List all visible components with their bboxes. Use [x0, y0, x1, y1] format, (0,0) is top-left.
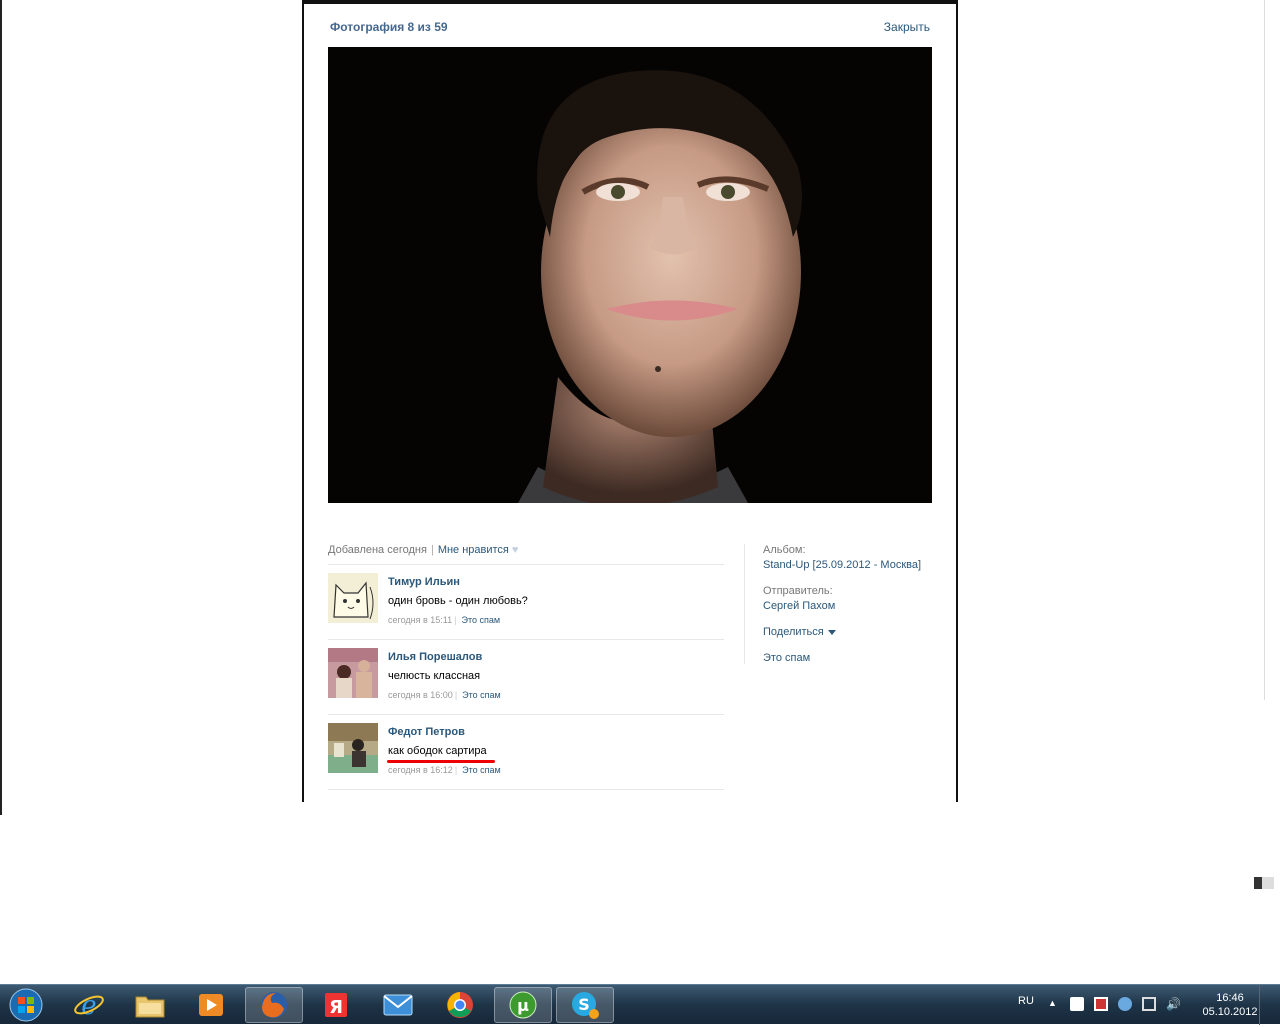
- vk-tray-icon[interactable]: [1070, 997, 1084, 1011]
- mail-icon: [383, 994, 413, 1016]
- comment: Федот Петров как ободок сартира сегодня …: [328, 715, 724, 790]
- mail-taskbar-button[interactable]: [369, 987, 427, 1023]
- start-button[interactable]: [4, 987, 48, 1023]
- update-icon[interactable]: [1118, 997, 1132, 1011]
- internet-explorer-icon: e: [74, 991, 104, 1021]
- comment-author[interactable]: Тимур Ильин: [388, 576, 724, 588]
- avatar[interactable]: [328, 573, 378, 623]
- media-player-taskbar-button[interactable]: [182, 987, 240, 1023]
- album-link[interactable]: Stand-Up [25.09.2012 - Москва]: [763, 559, 953, 571]
- comment-meta: сегодня в 16:00 | Это спам: [388, 690, 724, 700]
- comment-body: Тимур Ильин один бровь - один любовь? се…: [388, 576, 724, 625]
- photo-meta: Добавлена сегодня | Мне нравится ♥: [328, 544, 724, 565]
- sender-block: Отправитель: Сергей Пахом: [763, 585, 953, 612]
- taskbar: e Я µ S RU ▲ 🔊 16:46 05.10.2012: [0, 984, 1280, 1025]
- utorrent-icon: µ: [509, 991, 537, 1019]
- comment: Тимур Ильин один бровь - один любовь? се…: [328, 565, 724, 640]
- comment-meta: сегодня в 16:12 | Это спам: [388, 765, 724, 775]
- photo-avatar: [328, 723, 378, 773]
- close-link[interactable]: Закрыть: [884, 20, 930, 34]
- share-label: Поделиться: [763, 626, 824, 638]
- photo-sidebar: Альбом: Stand-Up [25.09.2012 - Москва] О…: [744, 544, 953, 664]
- system-tray: RU ▲ 🔊 16:46 05.10.2012: [1010, 985, 1270, 1025]
- comment-text: челюсть классная: [388, 670, 481, 682]
- page-left-area: [0, 0, 302, 815]
- svg-text:Я: Я: [329, 997, 343, 1018]
- photo-counter: Фотография 8 из 59: [330, 20, 448, 34]
- clock-date: 05.10.2012: [1202, 1006, 1258, 1018]
- network-icon[interactable]: [1142, 997, 1156, 1011]
- internet-explorer-taskbar-button[interactable]: e: [60, 987, 118, 1023]
- utorrent-taskbar-button[interactable]: µ: [494, 987, 552, 1023]
- chrome-taskbar-button[interactable]: [431, 987, 489, 1023]
- comment-author[interactable]: Федот Петров: [388, 726, 724, 738]
- photo-viewer: Фотография 8 из 59 Закрыть Добавлена сег…: [302, 4, 958, 802]
- skype-taskbar-button[interactable]: S: [556, 987, 614, 1023]
- portrait-image: [328, 47, 932, 503]
- separator: |: [430, 544, 434, 556]
- show-hidden-icons-icon[interactable]: ▲: [1048, 998, 1062, 1012]
- file-explorer-taskbar-button[interactable]: [121, 987, 179, 1023]
- report-photo-spam-link[interactable]: Это спам: [763, 652, 953, 664]
- comment-text: один бровь - один любовь?: [388, 595, 528, 607]
- avatar[interactable]: [328, 648, 378, 698]
- show-desktop-button[interactable]: [1259, 985, 1270, 1025]
- red-underline-annotation: [387, 760, 495, 763]
- yandex-taskbar-button[interactable]: Я: [307, 987, 365, 1023]
- report-spam-link[interactable]: Это спам: [462, 690, 501, 700]
- viewer-header: Фотография 8 из 59 Закрыть: [330, 20, 930, 38]
- svg-text:e: e: [81, 991, 96, 1021]
- share-block: Поделиться: [763, 626, 953, 638]
- like-link[interactable]: Мне нравится: [438, 544, 509, 556]
- photo-avatar: [328, 648, 378, 698]
- comment-time: сегодня в 15:11: [388, 615, 453, 625]
- cat-drawing-avatar: [328, 573, 378, 623]
- page-right-area: [958, 0, 1280, 815]
- clock[interactable]: 16:46 05.10.2012: [1200, 991, 1260, 1019]
- chrome-icon: [447, 992, 473, 1018]
- separator: |: [454, 690, 458, 700]
- skype-icon: S: [572, 992, 599, 1019]
- page-scrollbar[interactable]: [1264, 0, 1280, 700]
- comment-meta: сегодня в 15:11 | Это спам: [388, 615, 724, 625]
- sender-link[interactable]: Сергей Пахом: [763, 600, 953, 612]
- comment-body: Илья Порешалов челюсть классная сегодня …: [388, 651, 724, 700]
- windows-logo-icon: [9, 988, 43, 1022]
- share-button[interactable]: Поделиться: [763, 626, 953, 638]
- language-indicator[interactable]: RU: [1018, 995, 1034, 1007]
- separator: |: [454, 765, 458, 775]
- album-label: Альбом:: [763, 544, 806, 556]
- report-spam-link[interactable]: Это спам: [461, 615, 500, 625]
- scroll-marker: [1254, 877, 1274, 889]
- yandex-icon: Я: [325, 993, 347, 1018]
- action-center-icon[interactable]: [1094, 997, 1108, 1011]
- photo-info: Добавлена сегодня | Мне нравится ♥ Тимур Ил…: [328, 544, 724, 790]
- album-block: Альбом: Stand-Up [25.09.2012 - Москва]: [763, 544, 953, 571]
- firefox-taskbar-button[interactable]: [245, 987, 303, 1023]
- comment: Илья Порешалов челюсть классная сегодня …: [328, 640, 724, 715]
- photo[interactable]: [328, 47, 932, 503]
- avatar[interactable]: [328, 723, 378, 773]
- comment-time: сегодня в 16:00: [388, 690, 453, 700]
- svg-text:S: S: [578, 995, 590, 1014]
- comment-time: сегодня в 16:12: [388, 765, 453, 775]
- separator: |: [454, 615, 457, 625]
- added-date: Добавлена сегодня: [328, 544, 427, 556]
- volume-icon[interactable]: 🔊: [1166, 997, 1181, 1011]
- comment-author[interactable]: Илья Порешалов: [388, 651, 724, 663]
- comment-body: Федот Петров как ободок сартира сегодня …: [387, 726, 724, 775]
- firefox-icon: [261, 992, 287, 1018]
- chevron-down-icon: [827, 629, 836, 635]
- heart-icon[interactable]: ♥: [512, 544, 519, 556]
- report-spam-link[interactable]: Это спам: [462, 765, 501, 775]
- svg-text:µ: µ: [517, 996, 529, 1015]
- sender-label: Отправитель:: [763, 585, 833, 597]
- clock-time: 16:46: [1216, 992, 1244, 1004]
- media-player-icon: [199, 994, 223, 1016]
- folder-icon: [135, 996, 165, 1018]
- comment-text: как ободок сартира: [388, 745, 487, 757]
